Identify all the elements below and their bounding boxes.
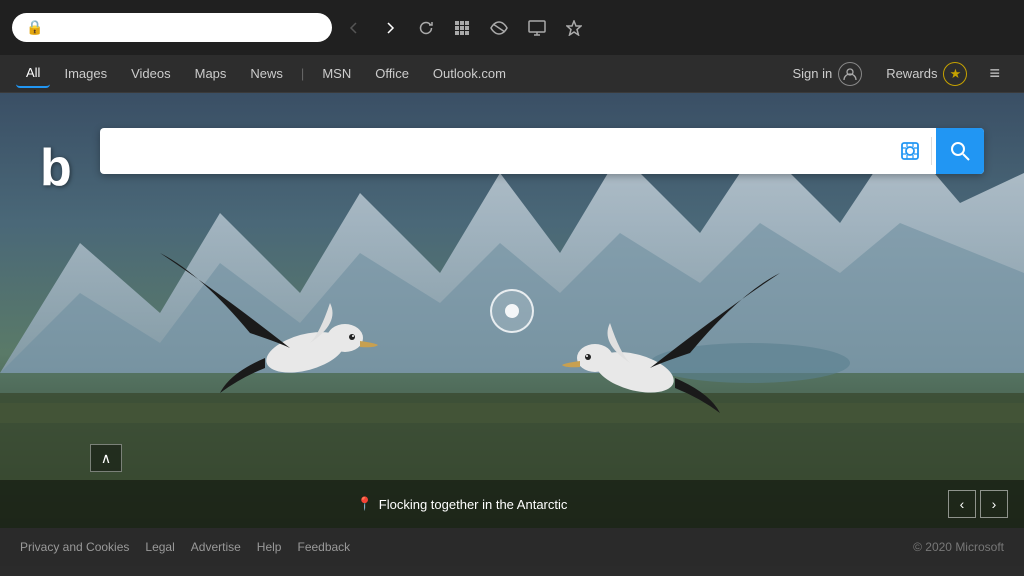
nav-link-maps[interactable]: Maps	[185, 60, 237, 87]
nav-link-office[interactable]: Office	[365, 60, 419, 87]
nav-bar: All Images Videos Maps News | MSN Office…	[0, 55, 1024, 93]
nav-link-videos[interactable]: Videos	[121, 60, 181, 87]
scroll-up-button[interactable]: ∧	[90, 444, 122, 472]
sign-in-button[interactable]: Sign in	[782, 57, 872, 91]
eye-button[interactable]	[484, 15, 514, 41]
caption-location: 📍 Flocking together in the Antarctic	[357, 496, 568, 512]
address-bar: 🔒 bing.com	[12, 13, 332, 42]
nav-link-outlook[interactable]: Outlook.com	[423, 60, 516, 87]
search-container	[100, 128, 984, 174]
search-box	[100, 128, 984, 174]
footer: Privacy and Cookies Legal Advertise Help…	[0, 528, 1024, 566]
rewards-icon: ★	[943, 62, 967, 86]
nav-link-msn[interactable]: MSN	[312, 60, 361, 87]
nav-divider: |	[297, 66, 308, 81]
caption-next-button[interactable]: ›	[980, 490, 1008, 518]
back-button[interactable]	[340, 14, 368, 42]
nav-link-news[interactable]: News	[240, 60, 293, 87]
caption-bar: 📍 Flocking together in the Antarctic ‹ ›	[0, 480, 1024, 528]
refresh-button[interactable]	[412, 14, 440, 42]
forward-button[interactable]	[376, 14, 404, 42]
rewards-button[interactable]: Rewards ★	[876, 57, 977, 91]
avatar-icon	[838, 62, 862, 86]
caption-navigation: ‹ ›	[948, 490, 1008, 518]
visual-search-button[interactable]	[893, 140, 927, 162]
nav-link-all[interactable]: All	[16, 59, 50, 88]
footer-privacy[interactable]: Privacy and Cookies	[20, 540, 129, 554]
favorites-button[interactable]	[560, 14, 588, 42]
monitor-button[interactable]	[522, 14, 552, 42]
search-input[interactable]	[112, 128, 893, 174]
lock-icon: 🔒	[26, 19, 43, 36]
url-input[interactable]: bing.com	[51, 19, 291, 36]
footer-help[interactable]: Help	[257, 540, 282, 554]
search-button[interactable]	[936, 128, 984, 174]
search-divider	[931, 137, 932, 165]
footer-copyright: © 2020 Microsoft	[913, 540, 1004, 554]
apps-button[interactable]	[448, 14, 476, 42]
main-content: b ∧ 📍 Flo	[0, 93, 1024, 528]
caption-prev-button[interactable]: ‹	[948, 490, 976, 518]
footer-legal[interactable]: Legal	[145, 540, 174, 554]
footer-links: Privacy and Cookies Legal Advertise Help…	[20, 540, 350, 554]
caption-text: Flocking together in the Antarctic	[379, 497, 568, 512]
bing-logo: b	[40, 138, 72, 198]
footer-feedback[interactable]: Feedback	[297, 540, 350, 554]
browser-chrome: 🔒 bing.com	[0, 0, 1024, 55]
rewards-label: Rewards	[886, 66, 937, 81]
hamburger-button[interactable]: ≡	[981, 58, 1008, 89]
sign-in-label: Sign in	[792, 66, 832, 81]
nav-link-images[interactable]: Images	[54, 60, 117, 87]
location-icon: 📍	[357, 496, 373, 512]
footer-advertise[interactable]: Advertise	[191, 540, 241, 554]
play-button[interactable]	[490, 289, 534, 333]
